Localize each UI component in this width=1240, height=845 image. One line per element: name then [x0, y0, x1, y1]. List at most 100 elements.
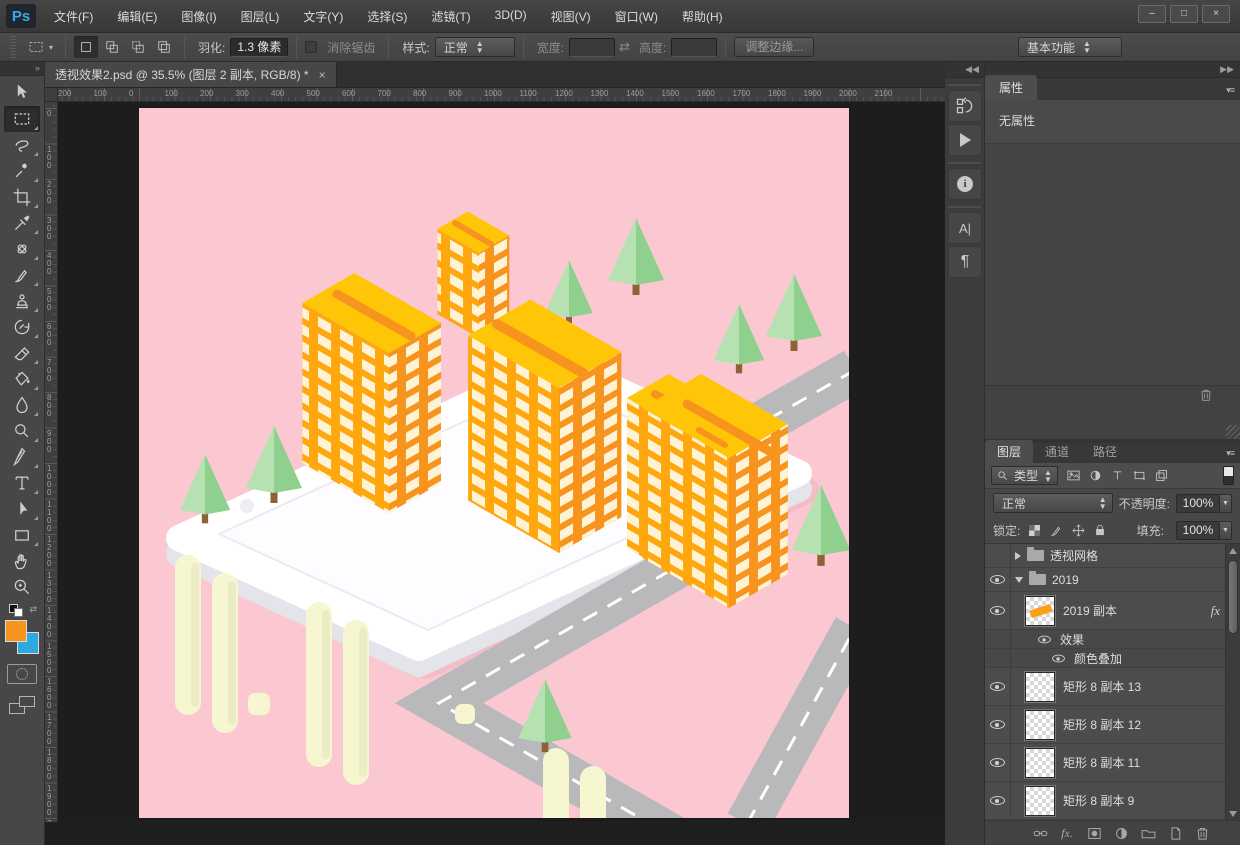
scroll-up-icon[interactable] — [1229, 548, 1237, 554]
add-selection-button[interactable] — [100, 36, 124, 58]
type-filter-icon[interactable] — [1107, 466, 1129, 485]
intersect-selection-button[interactable] — [152, 36, 176, 58]
menu-10[interactable]: 帮助(H) — [672, 2, 733, 31]
feather-input[interactable]: 1.3 像素 — [230, 38, 288, 57]
foreground-color-swatch[interactable] — [5, 620, 27, 642]
shape-filter-icon[interactable] — [1129, 466, 1151, 485]
expand-icon[interactable] — [1015, 552, 1021, 560]
eye-icon[interactable] — [1052, 654, 1065, 662]
visibility-toggle[interactable] — [985, 544, 1011, 567]
tool-hand[interactable] — [4, 548, 40, 574]
minimize-button[interactable]: – — [1138, 5, 1166, 23]
menu-2[interactable]: 图像(I) — [171, 2, 226, 31]
layer-thumbnail[interactable] — [1025, 786, 1055, 816]
height-input[interactable] — [671, 38, 717, 57]
scrollbar-thumb[interactable] — [1228, 560, 1238, 634]
tool-crop[interactable] — [4, 184, 40, 210]
info-panel-button[interactable]: i — [948, 168, 982, 200]
tool-lasso[interactable] — [4, 132, 40, 158]
tab-channels[interactable]: 通道 — [1033, 440, 1081, 463]
fill-dropdown-arrow[interactable]: ▼ — [1220, 521, 1232, 540]
layer-row[interactable]: 效果 — [985, 630, 1240, 649]
panel-resize-grip[interactable] — [1226, 425, 1240, 439]
tab-layers[interactable]: 图层 — [985, 440, 1033, 463]
tool-path-select[interactable] — [4, 496, 40, 522]
swap-colors-icon[interactable]: ⇄ — [29, 604, 37, 615]
layer-row[interactable]: 2019 副本fx — [985, 592, 1240, 630]
document-tab[interactable]: 透视效果2.psd @ 35.5% (图层 2 副本, RGB/8) * × — [45, 62, 337, 87]
menu-1[interactable]: 编辑(E) — [107, 2, 167, 31]
menu-4[interactable]: 文字(Y) — [293, 2, 353, 31]
panel-menu-icon[interactable]: ▾≡ — [1220, 81, 1240, 100]
scroll-down-icon[interactable] — [1229, 811, 1237, 817]
swap-dimensions-icon[interactable]: ⇄ — [619, 39, 630, 55]
tool-type[interactable] — [4, 470, 40, 496]
new-selection-button[interactable] — [74, 36, 98, 58]
paragraph-panel-button[interactable]: ¶ — [948, 246, 982, 278]
close-tab-icon[interactable]: × — [319, 68, 326, 82]
lock-all-icon[interactable] — [1093, 521, 1108, 539]
eye-icon[interactable] — [1038, 635, 1051, 643]
canvas[interactable] — [139, 108, 849, 818]
default-swatches-icon[interactable]: ⇄ — [7, 604, 37, 618]
visibility-toggle[interactable] — [985, 782, 1011, 819]
layer-row[interactable]: 颜色叠加 — [985, 649, 1240, 668]
screen-mode-button[interactable] — [9, 696, 35, 714]
tool-history-brush[interactable] — [4, 314, 40, 340]
smartobject-filter-icon[interactable] — [1151, 466, 1173, 485]
toolbar-collapse[interactable]: » — [0, 62, 44, 76]
layer-style-icon[interactable]: fx. — [1057, 824, 1077, 842]
tool-magic-wand[interactable] — [4, 158, 40, 184]
new-layer-icon[interactable] — [1165, 824, 1185, 842]
visibility-toggle[interactable] — [985, 706, 1011, 743]
visibility-toggle[interactable] — [985, 568, 1011, 591]
layer-thumbnail[interactable] — [1025, 596, 1055, 626]
tool-dodge[interactable] — [4, 418, 40, 444]
tool-eyedropper[interactable] — [4, 210, 40, 236]
opacity-input[interactable]: 100% — [1176, 494, 1220, 513]
tool-blur[interactable] — [4, 392, 40, 418]
menu-7[interactable]: 3D(D) — [485, 2, 537, 31]
adjustment-layer-icon[interactable] — [1111, 824, 1131, 842]
maximize-button[interactable]: □ — [1170, 5, 1198, 23]
quick-mask-button[interactable] — [7, 664, 37, 684]
layer-row[interactable]: 矩形 8 副本 9 — [985, 782, 1240, 820]
lock-image-pixels-icon[interactable] — [1049, 521, 1064, 539]
lock-transparent-pixels-icon[interactable] — [1027, 521, 1042, 539]
tab-paths[interactable]: 路径 — [1081, 440, 1129, 463]
menu-5[interactable]: 选择(S) — [357, 2, 417, 31]
menu-9[interactable]: 窗口(W) — [605, 2, 668, 31]
width-input[interactable] — [569, 38, 615, 57]
history-panel-button[interactable] — [948, 90, 982, 122]
tool-brush[interactable] — [4, 262, 40, 288]
layer-row[interactable]: 透视网格 — [985, 544, 1240, 568]
actions-panel-button[interactable] — [948, 124, 982, 156]
visibility-toggle[interactable] — [985, 744, 1011, 781]
layer-row[interactable]: 矩形 8 副本 12 — [985, 706, 1240, 744]
menu-3[interactable]: 图层(L) — [231, 2, 290, 31]
tool-marquee[interactable] — [4, 106, 40, 132]
menu-6[interactable]: 滤镜(T) — [421, 2, 480, 31]
filter-toggle-switch[interactable] — [1223, 466, 1234, 485]
style-select[interactable]: 正常 ▲▼ — [435, 37, 515, 57]
tool-paint-bucket[interactable] — [4, 366, 40, 392]
layer-thumbnail[interactable] — [1025, 748, 1055, 778]
layer-row[interactable]: 2019 — [985, 568, 1240, 592]
menu-8[interactable]: 视图(V) — [541, 2, 601, 31]
tool-clone-stamp[interactable] — [4, 288, 40, 314]
tool-eraser[interactable] — [4, 340, 40, 366]
visibility-toggle[interactable] — [985, 649, 1011, 667]
tool-move[interactable] — [4, 80, 40, 106]
adjustment-filter-icon[interactable] — [1085, 466, 1107, 485]
visibility-toggle[interactable] — [985, 630, 1011, 648]
lock-position-icon[interactable] — [1071, 521, 1086, 539]
trash-icon[interactable] — [1198, 387, 1214, 403]
layer-thumbnail[interactable] — [1025, 710, 1055, 740]
link-layers-icon[interactable] — [1030, 824, 1050, 842]
character-panel-button[interactable]: A| — [948, 212, 982, 244]
visibility-toggle[interactable] — [985, 668, 1011, 705]
layer-thumbnail[interactable] — [1025, 672, 1055, 702]
blend-mode-select[interactable]: 正常 ▲▼ — [993, 493, 1113, 513]
tool-zoom[interactable] — [4, 574, 40, 600]
tab-properties[interactable]: 属性 — [985, 75, 1037, 100]
